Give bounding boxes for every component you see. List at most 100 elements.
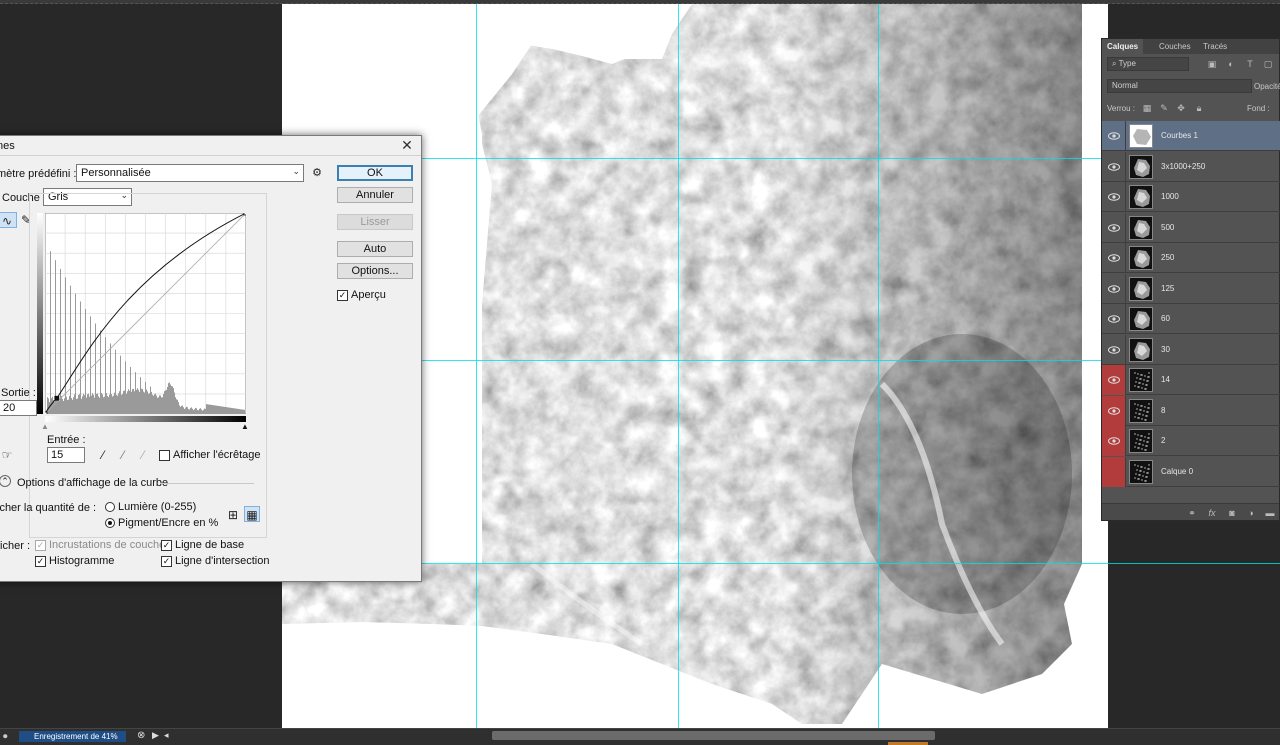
tab-layers[interactable]: Calques [1102,39,1144,54]
curve-point-tool-icon[interactable]: ∿ [0,212,17,228]
hand-adjust-icon[interactable]: ☞ [0,447,15,463]
output-label: Sortie : [1,387,36,399]
gray-eyedropper-icon[interactable]: ⁄ [115,447,131,463]
horizontal-scrollbar[interactable] [492,731,935,740]
layer-row[interactable]: 30 [1102,334,1280,365]
chevron-up-icon[interactable]: ⌃ [0,475,11,487]
histogram-bar [207,404,208,414]
layer-row[interactable]: Courbes 1 [1102,121,1280,151]
output-field[interactable]: 20 [0,400,37,416]
histogram-bar [214,405,215,414]
visibility-toggle[interactable] [1102,151,1126,182]
visibility-toggle[interactable] [1102,456,1126,487]
black-eyedropper-icon[interactable]: ⁄ [95,447,111,463]
light-radio[interactable] [105,502,115,512]
visibility-toggle[interactable] [1102,304,1126,334]
histogram-bar [124,390,125,414]
layer-row[interactable]: 1000 [1102,182,1280,212]
intersection-line-checkbox[interactable]: ✓ [161,556,172,567]
histogram-bar [82,396,83,414]
curve-point[interactable] [45,411,48,414]
visibility-toggle[interactable] [1102,395,1126,426]
scroll-left-icon[interactable]: ◂ [164,730,169,741]
histogram-bar [138,389,139,414]
curve-point[interactable] [243,213,246,216]
visibility-toggle[interactable] [1102,182,1126,212]
histogram-checkbox[interactable]: ✓ [35,556,46,567]
blend-mode-select[interactable]: Normal [1107,79,1252,93]
filter-adjustment-icon[interactable]: ◐ [1225,59,1237,69]
black-point-slider-icon[interactable]: ▲ [41,422,49,431]
cancel-button[interactable]: Annuler [337,187,413,203]
clipping-checkbox[interactable] [159,450,170,461]
visibility-toggle[interactable] [1102,121,1126,151]
histogram-bar [189,409,190,414]
histogram-bar [125,361,126,414]
layer-row[interactable]: 2 [1102,426,1280,456]
visibility-toggle[interactable] [1102,273,1126,304]
curves-graph[interactable] [45,213,246,414]
lock-image-icon[interactable]: ✎ [1158,103,1170,113]
pigment-option-label: Pigment/Encre en % [118,517,219,529]
layer-thumbnail [1129,185,1153,209]
curve-point[interactable] [54,395,60,401]
histogram-bar [136,389,137,414]
preset-select[interactable]: Personnalisée ⌄ [76,164,304,182]
lock-all-icon[interactable]: 🔒︎ [1193,103,1205,113]
white-point-slider-icon[interactable]: ▲ [241,422,249,431]
histogram-bar [144,392,145,414]
visibility-toggle[interactable] [1102,426,1126,456]
baseline-checkbox[interactable]: ✓ [161,540,172,551]
layer-row[interactable]: Calque 0 [1102,456,1280,487]
layer-row[interactable]: 125 [1102,273,1280,304]
tab-channels[interactable]: Couches [1154,39,1196,54]
filter-type-icon[interactable]: T [1244,59,1256,69]
filter-pixel-icon[interactable]: ▣ [1206,59,1218,69]
layer-row[interactable]: 8 [1102,395,1280,426]
tab-paths[interactable]: Tracés [1198,39,1232,54]
visibility-toggle[interactable] [1102,212,1126,243]
gear-icon[interactable]: ⚙ [309,165,325,181]
white-eyedropper-icon[interactable]: ⁄ [135,447,151,463]
filter-shape-icon[interactable]: ▢ [1262,59,1274,69]
input-gradient [45,416,246,422]
histogram-bar [155,393,156,414]
layer-name: 500 [1161,222,1175,232]
close-icon[interactable]: ✕ [399,137,415,154]
histogram-bar [176,399,177,414]
histogram-bar [77,398,78,414]
visibility-toggle[interactable] [1102,365,1126,395]
cancel-save-icon[interactable]: ⊗ [137,730,145,741]
play-icon[interactable]: ▶ [152,730,159,741]
lock-position-icon[interactable]: ✥ [1175,103,1187,113]
visibility-toggle[interactable] [1102,334,1126,365]
lock-transparent-icon[interactable]: ▦ [1141,103,1153,113]
options-button[interactable]: Options... [337,263,413,279]
layer-row[interactable]: 250 [1102,243,1280,273]
adjustment-layer-icon[interactable]: ◑ [1245,508,1257,518]
layer-row[interactable]: 500 [1102,212,1280,243]
layer-filter-select[interactable]: ⌕ Type [1107,57,1189,71]
histogram-bar [114,392,115,414]
layer-row[interactable]: 3x1000+250 [1102,151,1280,182]
new-group-icon[interactable]: ▬ [1264,508,1276,518]
histogram-bar [173,388,174,414]
histogram-bar [230,407,231,414]
auto-button[interactable]: Auto [337,241,413,257]
grid-simple-icon[interactable]: ⊞ [225,506,241,522]
layer-name: 3x1000+250 [1161,161,1206,171]
histogram-bar [133,388,134,414]
visibility-toggle[interactable] [1102,243,1126,273]
grid-detailed-icon[interactable]: ▦ [244,506,260,522]
link-icon[interactable]: ⚭ [1186,508,1198,518]
input-field[interactable]: 15 [47,447,85,463]
layer-thumbnail [1129,429,1153,453]
pigment-radio[interactable] [105,518,115,528]
fx-icon[interactable]: fx [1206,508,1218,518]
ok-button[interactable]: OK [337,165,413,181]
dialog-titlebar[interactable]: nes ✕ [0,136,421,156]
layer-row[interactable]: 60 [1102,304,1280,334]
preview-checkbox[interactable]: ✓ [337,290,348,301]
mask-icon[interactable]: ◙ [1226,508,1238,518]
layer-row[interactable]: 14 [1102,365,1280,395]
